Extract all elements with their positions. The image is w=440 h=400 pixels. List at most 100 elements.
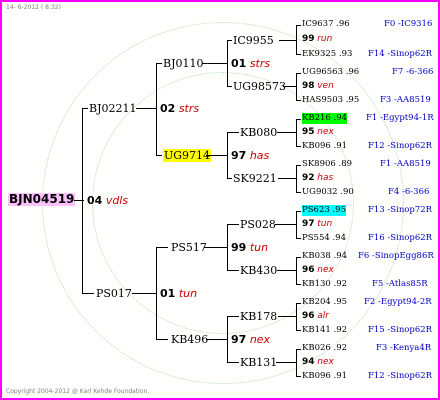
gen4-num: 96 [302,311,315,321]
connector [202,63,227,64]
connector [296,349,297,377]
copyright-text: Copyright 2004-2012 @ Karl Kehde Foundat… [6,388,150,395]
connector [276,362,296,363]
gen2-num: 97 [231,149,247,162]
gen4-bot-source: F3 -AA8519 [380,95,431,105]
root-code: 04 vdls [87,194,128,207]
gen3-id[interactable]: KB080 [240,126,277,139]
gen2-id[interactable]: KB496 [171,333,208,346]
connector [227,40,228,87]
gen4-num: 99 [302,34,315,44]
gen2-num: 99 [231,241,247,254]
connector [227,132,228,179]
gen4-top-id[interactable]: SK8906 .89 [302,159,352,170]
gen4-kw: nex [317,265,334,275]
connector [156,63,162,64]
connector [296,165,297,193]
gen3-id[interactable]: SK9221 [233,172,277,185]
gen4-kw: nex [317,357,334,367]
gen1-id[interactable]: BJ02211 [89,102,137,115]
gen4-num: 97 [302,219,315,229]
connector [227,316,239,317]
gen2-id[interactable]: PS517 [171,241,207,254]
gen4-code: 96 nex [302,265,334,276]
gen1-code: 02 strs [160,102,199,115]
gen2-code: 97 has [231,149,269,162]
date-stamp: 14- 6-2012 ( 8:32) [6,4,61,11]
gen4-bot-id[interactable]: PS554 .94 [302,233,346,244]
connector [296,284,301,285]
connector [156,247,168,248]
gen3-id[interactable]: IC9955 [233,34,274,47]
connector [278,316,296,317]
gen4-num: 96 [302,265,315,275]
gen4-bot-source: F16 -Sinop62R [368,233,433,243]
connector [204,247,227,248]
gen4-bot-id[interactable]: EK9325 .93 [302,49,352,60]
gen3-id[interactable]: UG98573 [233,80,286,93]
gen3-id[interactable]: PS028 [240,218,276,231]
gen4-code: 97 tun [302,219,332,230]
connector [296,349,301,350]
gen2-code: 99 tun [231,241,268,254]
gen4-top-id[interactable]: KB038 .94 [302,251,347,262]
gen2-num: 97 [231,333,247,346]
connector [296,54,301,55]
connector [227,86,232,87]
gen4-top-id[interactable]: KB026 .92 [302,343,347,354]
connector [82,293,94,294]
connector [296,330,301,331]
gen2-id[interactable]: UG9714 [163,149,212,162]
gen4-code: 96 alr [302,311,329,322]
gen4-bot-id[interactable]: KB096 .91 [302,371,347,382]
gen4-kw: tun [317,219,333,229]
gen3-id[interactable]: KB131 [240,356,277,369]
connector [206,339,227,340]
gen4-code: 95 nex [302,127,334,138]
gen4-code: 94 nex [302,357,334,368]
gen4-top-source: F13 -Sinop72R [368,205,433,215]
connector [296,73,297,101]
gen2-code: 97 nex [231,333,270,346]
gen4-top-source: F1 -AA8519 [380,159,431,169]
gen4-top-id[interactable]: KB204 .95 [302,297,347,308]
gen3-id[interactable]: KB178 [240,310,277,323]
gen4-top-source: F2 -Egypt94-2R [364,297,432,307]
connector [296,100,301,101]
connector [132,293,156,294]
gen4-bot-id[interactable]: KB130 .92 [302,279,347,290]
gen4-bot-id[interactable]: UG9032 .90 [302,187,354,198]
gen4-bot-id[interactable]: KB141 .92 [302,325,347,336]
connector [278,178,296,179]
connector [136,108,156,109]
gen2-kw: strs [249,57,271,70]
gen2-id[interactable]: BJ0110 [163,57,204,70]
gen2-num: 01 [231,57,247,70]
gen4-bot-source: F12 -Sinop62R [368,371,433,381]
connector [227,224,228,271]
connector [227,132,239,133]
gen4-top-id[interactable]: UG96563 .96 [302,67,359,78]
connector [296,257,301,258]
gen2-code: 01 strs [231,57,270,70]
gen4-bot-id[interactable]: KB096 .91 [302,141,347,152]
root-id[interactable]: BJN04519 [8,193,76,206]
connector [296,303,301,304]
connector [296,211,301,212]
gen2-kw: tun [249,241,269,254]
gen4-bot-id[interactable]: HAS9503 .95 [302,95,359,106]
connector [296,73,301,74]
gen3-id[interactable]: KB430 [240,264,277,277]
gen4-top-id[interactable]: KB216 .94 [302,113,348,124]
gen1-kw: tun [178,287,198,300]
gen4-top-id[interactable]: PS623 .95 [302,205,346,216]
connector [227,40,232,41]
gen4-top-source: F6 -SinopEgg86R [358,251,434,261]
gen1-id[interactable]: PS017 [96,287,132,300]
gen2-kw: has [249,149,270,162]
connector [156,63,157,156]
connector [82,108,83,294]
gen4-top-id[interactable]: IC9637 .96 [302,19,350,30]
gen4-kw: ven [317,81,334,91]
gen4-bot-source: F4 -6-366 [388,187,430,197]
